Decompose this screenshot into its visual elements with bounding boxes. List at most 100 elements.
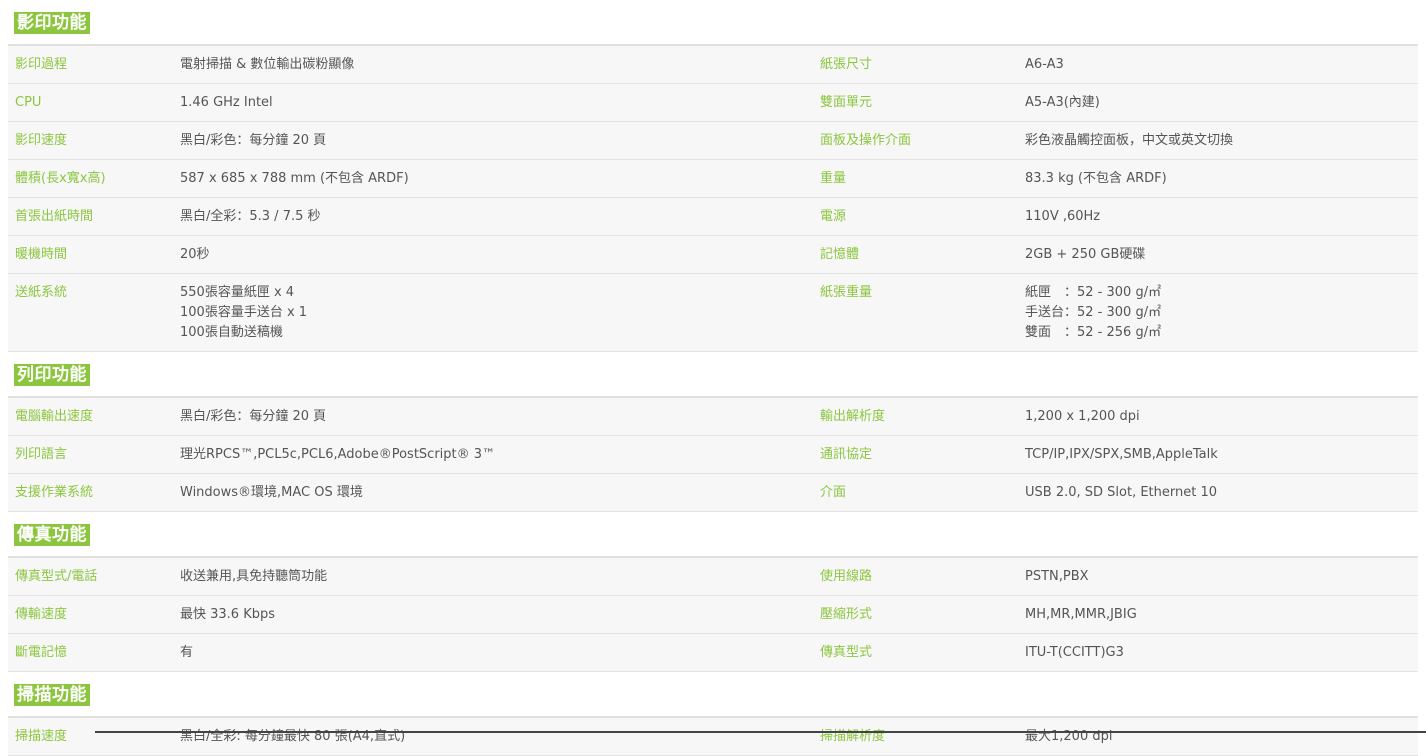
spec-value-line: 2GB + 250 GB硬碟 [1025, 247, 1146, 262]
spec-label: 電腦輸出速度 [15, 409, 94, 424]
spec-value-line: A5-A3(內建) [1025, 95, 1100, 110]
spec-label: 暖機時間 [15, 247, 68, 262]
spec-value: 550張容量紙匣 x 4 100張容量手送台 x 1 100張自動送稿機 [172, 274, 813, 351]
spec-value-line: A6-A3 [1025, 57, 1064, 72]
spec-value: ITU-T(CCITT)G3 [1017, 634, 1418, 671]
spec-value-line: 黑白/全彩：5.3 / 7.5 秒 [180, 209, 321, 224]
spec-label: 通訊協定 [820, 447, 873, 462]
spec-value: 黑白/全彩：5.3 / 7.5 秒 [172, 198, 813, 235]
spec-label: 首張出紙時間 [15, 209, 94, 224]
spec-value-line: 黑白/彩色：每分鐘 20 頁 [180, 133, 327, 148]
spec-value: PSTN,PBX [1017, 558, 1418, 595]
spec-value: 黑白/彩色：每分鐘 20 頁 [172, 122, 813, 159]
spec-value-line: 有 [180, 645, 194, 660]
table-row: 斷電記憶 有 傳真型式 ITU-T(CCITT)G3 [8, 634, 1418, 672]
spec-label: 影印過程 [15, 57, 68, 72]
section-title: 傳真功能 [14, 524, 90, 546]
spec-label: 重量 [820, 171, 847, 186]
spec-value-line: 紙匣 ：52 - 300 g/㎡ [1025, 285, 1162, 300]
section-title: 掃描功能 [14, 684, 90, 706]
spec-value-line: 理光RPCS™,PCL5c,PCL6,Adobe®PostScript® 3™ [180, 447, 496, 462]
spec-value: 83.3 kg (不包含 ARDF) [1017, 160, 1418, 197]
table-row: 列印語言 理光RPCS™,PCL5c,PCL6,Adobe®PostScript®… [8, 436, 1418, 474]
spec-value: 黑白/全彩: 每分鐘最快 80 張(A4,直式) [172, 718, 813, 755]
spec-value: MH,MR,MMR,JBIG [1017, 596, 1418, 633]
spec-label: 支援作業系統 [15, 485, 94, 500]
spec-value-line: PSTN,PBX [1025, 569, 1089, 584]
spec-value: 最快 33.6 Kbps [172, 596, 813, 633]
section-header: 掃描功能 [8, 672, 1418, 716]
spec-value-line: 最大1,200 dpi [1025, 729, 1113, 744]
spec-value: 最大1,200 dpi [1017, 718, 1418, 755]
spec-label: 輸出解析度 [820, 409, 886, 424]
spec-value: 20秒 [172, 236, 813, 273]
spec-label: 體積(長x寬x高) [15, 171, 106, 186]
spec-label: 傳輸速度 [15, 607, 68, 622]
spec-value-line: Windows®環境,MAC OS 環境 [180, 485, 363, 500]
spec-value-line: 最快 33.6 Kbps [180, 607, 276, 622]
table-row: 暖機時間 20秒 記憶體 2GB + 250 GB硬碟 [8, 236, 1418, 274]
spec-value: 有 [172, 634, 813, 671]
spec-value: 587 x 685 x 788 mm (不包含 ARDF) [172, 160, 813, 197]
spec-label: 面板及操作介面 [820, 133, 912, 148]
spec-value-line: 100張自動送稿機 [180, 325, 283, 340]
section-title: 影印功能 [14, 12, 90, 34]
section-title: 列印功能 [14, 364, 90, 386]
spec-label: 使用線路 [820, 569, 873, 584]
spec-value-line: 20秒 [180, 247, 210, 262]
spec-value-line: 電射掃描 & 數位輸出碳粉顯像 [180, 57, 355, 72]
spec-value-line: 550張容量紙匣 x 4 [180, 285, 295, 300]
spec-value-line: 手送台：52 - 300 g/㎡ [1025, 305, 1162, 320]
spec-sheet: 影印功能影印過程 電射掃描 & 數位輸出碳粉顯像 紙張尺寸 A6-A3 CPU 1.46 … [8, 0, 1418, 756]
spec-value-line: 黑白/全彩: 每分鐘最快 80 張(A4,直式) [180, 729, 406, 744]
spec-label: CPU [15, 95, 42, 110]
spec-value-line: 收送兼用,具免持聽筒功能 [180, 569, 328, 584]
spec-table: 影印過程 電射掃描 & 數位輸出碳粉顯像 紙張尺寸 A6-A3 CPU 1.46 GHz … [8, 44, 1418, 352]
spec-value: 收送兼用,具免持聽筒功能 [172, 558, 813, 595]
spec-value-line: 1.46 GHz Intel [180, 95, 273, 110]
spec-value-line: 1,200 x 1,200 dpi [1025, 409, 1140, 424]
spec-section: 掃描功能 掃描速度 黑白/全彩: 每分鐘最快 80 張(A4,直式) 掃描解析度 最大1… [8, 672, 1418, 756]
spec-value-line: TCP/IP,IPX/SPX,SMB,AppleTalk [1025, 447, 1218, 462]
table-row: 影印過程 電射掃描 & 數位輸出碳粉顯像 紙張尺寸 A6-A3 [8, 46, 1418, 84]
spec-label: 傳真型式/電話 [15, 569, 98, 584]
spec-value: A5-A3(內建) [1017, 84, 1418, 121]
section-header: 列印功能 [8, 352, 1418, 396]
spec-value-line: 83.3 kg (不包含 ARDF) [1025, 171, 1167, 186]
table-row: 首張出紙時間 黑白/全彩：5.3 / 7.5 秒 電源 110V ,60Hz [8, 198, 1418, 236]
spec-section: 影印功能影印過程 電射掃描 & 數位輸出碳粉顯像 紙張尺寸 A6-A3 CPU 1.46 … [8, 0, 1418, 352]
spec-value: 1,200 x 1,200 dpi [1017, 398, 1418, 435]
spec-label: 介面 [820, 485, 847, 500]
spec-section: 列印功能電腦輸出速度 黑白/彩色：每分鐘 20 頁 輸出解析度 1,200 x 1,2… [8, 352, 1418, 512]
table-row: 傳真型式/電話 收送兼用,具免持聽筒功能 使用線路 PSTN,PBX [8, 558, 1418, 596]
spec-section: 傳真功能傳真型式/電話 收送兼用,具免持聽筒功能 使用線路 PSTN,PBX 傳輸速度 最… [8, 512, 1418, 672]
spec-value: 黑白/彩色：每分鐘 20 頁 [172, 398, 813, 435]
table-row: 電腦輸出速度 黑白/彩色：每分鐘 20 頁 輸出解析度 1,200 x 1,200 d… [8, 398, 1418, 436]
spec-label: 影印速度 [15, 133, 68, 148]
spec-value-line: 黑白/彩色：每分鐘 20 頁 [180, 409, 327, 424]
spec-table: 傳真型式/電話 收送兼用,具免持聽筒功能 使用線路 PSTN,PBX 傳輸速度 最快 33… [8, 556, 1418, 672]
spec-value: USB 2.0, SD Slot, Ethernet 10 [1017, 474, 1418, 511]
spec-value-line: USB 2.0, SD Slot, Ethernet 10 [1025, 485, 1218, 500]
table-row: 送紙系統 550張容量紙匣 x 4 100張容量手送台 x 1 100張自動送稿機 紙張… [8, 274, 1418, 352]
spec-label: 斷電記憶 [15, 645, 68, 660]
spec-label: 壓縮形式 [820, 607, 873, 622]
spec-value: 2GB + 250 GB硬碟 [1017, 236, 1418, 273]
spec-label: 電源 [820, 209, 847, 224]
spec-value-line: 彩色液晶觸控面板，中文或英文切換 [1025, 133, 1234, 148]
spec-value: 彩色液晶觸控面板，中文或英文切換 [1017, 122, 1418, 159]
spec-label: 雙面單元 [820, 95, 873, 110]
spec-label: 掃描解析度 [820, 729, 886, 744]
spec-value-line: MH,MR,MMR,JBIG [1025, 607, 1137, 622]
spec-value: 理光RPCS™,PCL5c,PCL6,Adobe®PostScript® 3™ [172, 436, 813, 473]
table-row: 傳輸速度 最快 33.6 Kbps 壓縮形式 MH,MR,MMR,JBIG [8, 596, 1418, 634]
spec-label: 送紙系統 [15, 285, 68, 300]
spec-label: 傳真型式 [820, 645, 873, 660]
table-row: 影印速度 黑白/彩色：每分鐘 20 頁 面板及操作介面 彩色液晶觸控面板，中文或英文切… [8, 122, 1418, 160]
spec-value: TCP/IP,IPX/SPX,SMB,AppleTalk [1017, 436, 1418, 473]
table-row: CPU 1.46 GHz Intel 雙面單元 A5-A3(內建) [8, 84, 1418, 122]
spec-label: 記憶體 [820, 247, 860, 262]
table-row: 支援作業系統 Windows®環境,MAC OS 環境 介面 USB 2.0, SD … [8, 474, 1418, 512]
spec-label: 紙張尺寸 [820, 57, 873, 72]
spec-value: 電射掃描 & 數位輸出碳粉顯像 [172, 46, 813, 83]
